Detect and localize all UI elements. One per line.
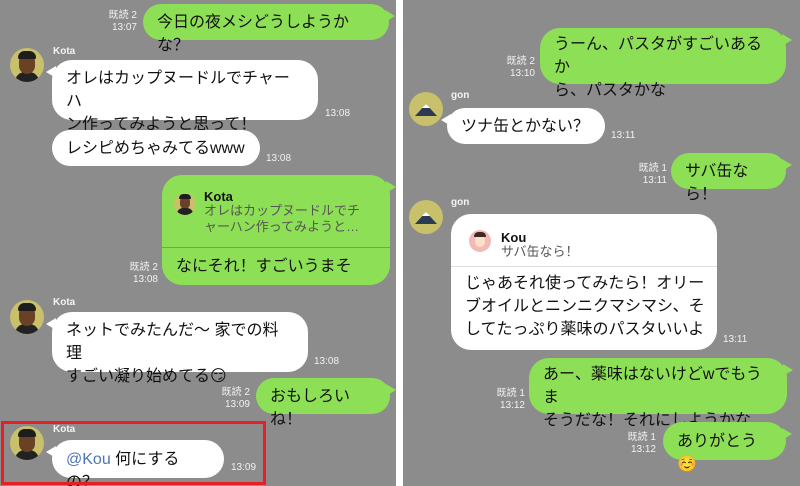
sent-message[interactable]: サバ缶なら！: [671, 153, 792, 203]
message-text: ありがとう☺️: [677, 433, 758, 473]
timestamp: 13:08: [266, 153, 292, 164]
message-text: ネットでみたんだ〜 家での料理 すごい凝り始めてる😏: [66, 322, 279, 385]
timestamp: 13:08: [325, 108, 351, 119]
read-receipt: 既読 2: [108, 10, 137, 21]
message-text: サバ缶なら！: [685, 163, 749, 203]
message-meta: 既読 1 13:12: [624, 432, 656, 456]
sender-name: Kota: [53, 46, 76, 57]
kou-avatar: [469, 230, 491, 252]
gon-avatar[interactable]: [409, 92, 443, 126]
timestamp: 13:11: [611, 130, 636, 141]
timestamp: 13:12: [499, 400, 525, 411]
chat-screenshots: 既読 2 13:07 今日の夜メシどうしようかな？ Kota オレはカップヌード…: [0, 0, 800, 486]
sender-name: gon: [451, 197, 470, 208]
message-meta: 既読 1 13:12: [493, 388, 525, 412]
chat-panel-right[interactable]: 既読 2 13:10 うーん、パスタがすごいあるか ら、パスタかな gon ツナ…: [403, 0, 800, 486]
received-message[interactable]: オレはカップヌードルでチャーハ ン作ってみようと思って！: [46, 60, 318, 133]
timestamp: 13:12: [630, 444, 656, 455]
read-receipt: 既読 1: [496, 388, 525, 399]
read-receipt: 既読 1: [638, 163, 667, 174]
kota-avatar: [174, 193, 196, 215]
kota-avatar[interactable]: [10, 300, 44, 334]
sent-message[interactable]: ありがとう☺️: [663, 422, 792, 473]
quote-divider: [451, 266, 717, 267]
kota-avatar[interactable]: [10, 48, 44, 82]
quote-divider: [162, 247, 390, 248]
message-meta: 既読 1 13:11: [635, 163, 667, 187]
read-receipt: 既読 2: [506, 56, 535, 67]
message-text: なにそれ！すごいうまそ: [176, 258, 352, 275]
timestamp: 13:07: [111, 22, 137, 33]
sender-name: gon: [451, 90, 470, 101]
message-text: じゃあそれ使ってみたら！オリー ブオイルとニンニクマシマシ、そ してたっぷり薬味…: [465, 275, 705, 338]
sent-message[interactable]: うーん、パスタがすごいあるか ら、パスタかな: [540, 28, 792, 99]
message-meta: 既読 2 13:09: [218, 387, 250, 411]
read-receipt: 既読 1: [627, 432, 656, 443]
reply-message[interactable]: Kou サバ缶なら！ じゃあそれ使ってみたら！オリー ブオイルとニンニクマシマシ…: [451, 214, 717, 350]
message-meta: 既読 2 13:07: [105, 10, 137, 34]
sent-message[interactable]: おもしろいね！: [256, 378, 396, 428]
gon-avatar[interactable]: [409, 200, 443, 234]
timestamp: 13:08: [132, 274, 158, 285]
message-text: うーん、パスタがすごいあるか ら、パスタかな: [554, 36, 763, 99]
message-text: レシピめちゃみてるwww: [66, 140, 245, 157]
sent-message[interactable]: 今日の夜メシどうしようかな？: [143, 4, 395, 54]
sent-message[interactable]: あー、薬味はないけどwでもうま そうだな！それにしようかな: [529, 358, 793, 429]
received-message[interactable]: ツナ缶とかない？: [441, 108, 605, 144]
quoted-text: サバ缶なら！: [501, 244, 579, 259]
highlight-frame: [1, 421, 266, 485]
timestamp: 13:08: [314, 356, 340, 367]
message-text: ツナ缶とかない？: [461, 118, 590, 135]
sender-name: Kota: [53, 297, 76, 308]
read-receipt: 既読 2: [221, 387, 250, 398]
read-receipt: 既読 2: [129, 262, 158, 273]
received-message[interactable]: レシピめちゃみてるwww: [52, 130, 260, 166]
message-meta: 既読 2 13:08: [126, 262, 158, 286]
message-text: おもしろいね！: [270, 388, 351, 428]
message-meta: 既読 2 13:10: [503, 56, 535, 80]
received-message[interactable]: ネットでみたんだ〜 家での料理 すごい凝り始めてる😏: [46, 312, 308, 385]
quoted-text: オレはカップヌードルでチ ャーハン作ってみようと…: [204, 203, 361, 234]
timestamp: 13:11: [723, 334, 748, 345]
message-text: オレはカップヌードルでチャーハ ン作ってみようと思って！: [66, 70, 290, 133]
chat-panel-left[interactable]: 既読 2 13:07 今日の夜メシどうしようかな？ Kota オレはカップヌード…: [0, 0, 396, 486]
timestamp: 13:09: [224, 399, 250, 410]
timestamp: 13:10: [509, 68, 535, 79]
timestamp: 13:11: [642, 175, 667, 186]
message-text: 今日の夜メシどうしようかな？: [157, 14, 350, 54]
reply-message[interactable]: Kota オレはカップヌードルでチ ャーハン作ってみようと… なにそれ！すごいう…: [162, 175, 396, 285]
